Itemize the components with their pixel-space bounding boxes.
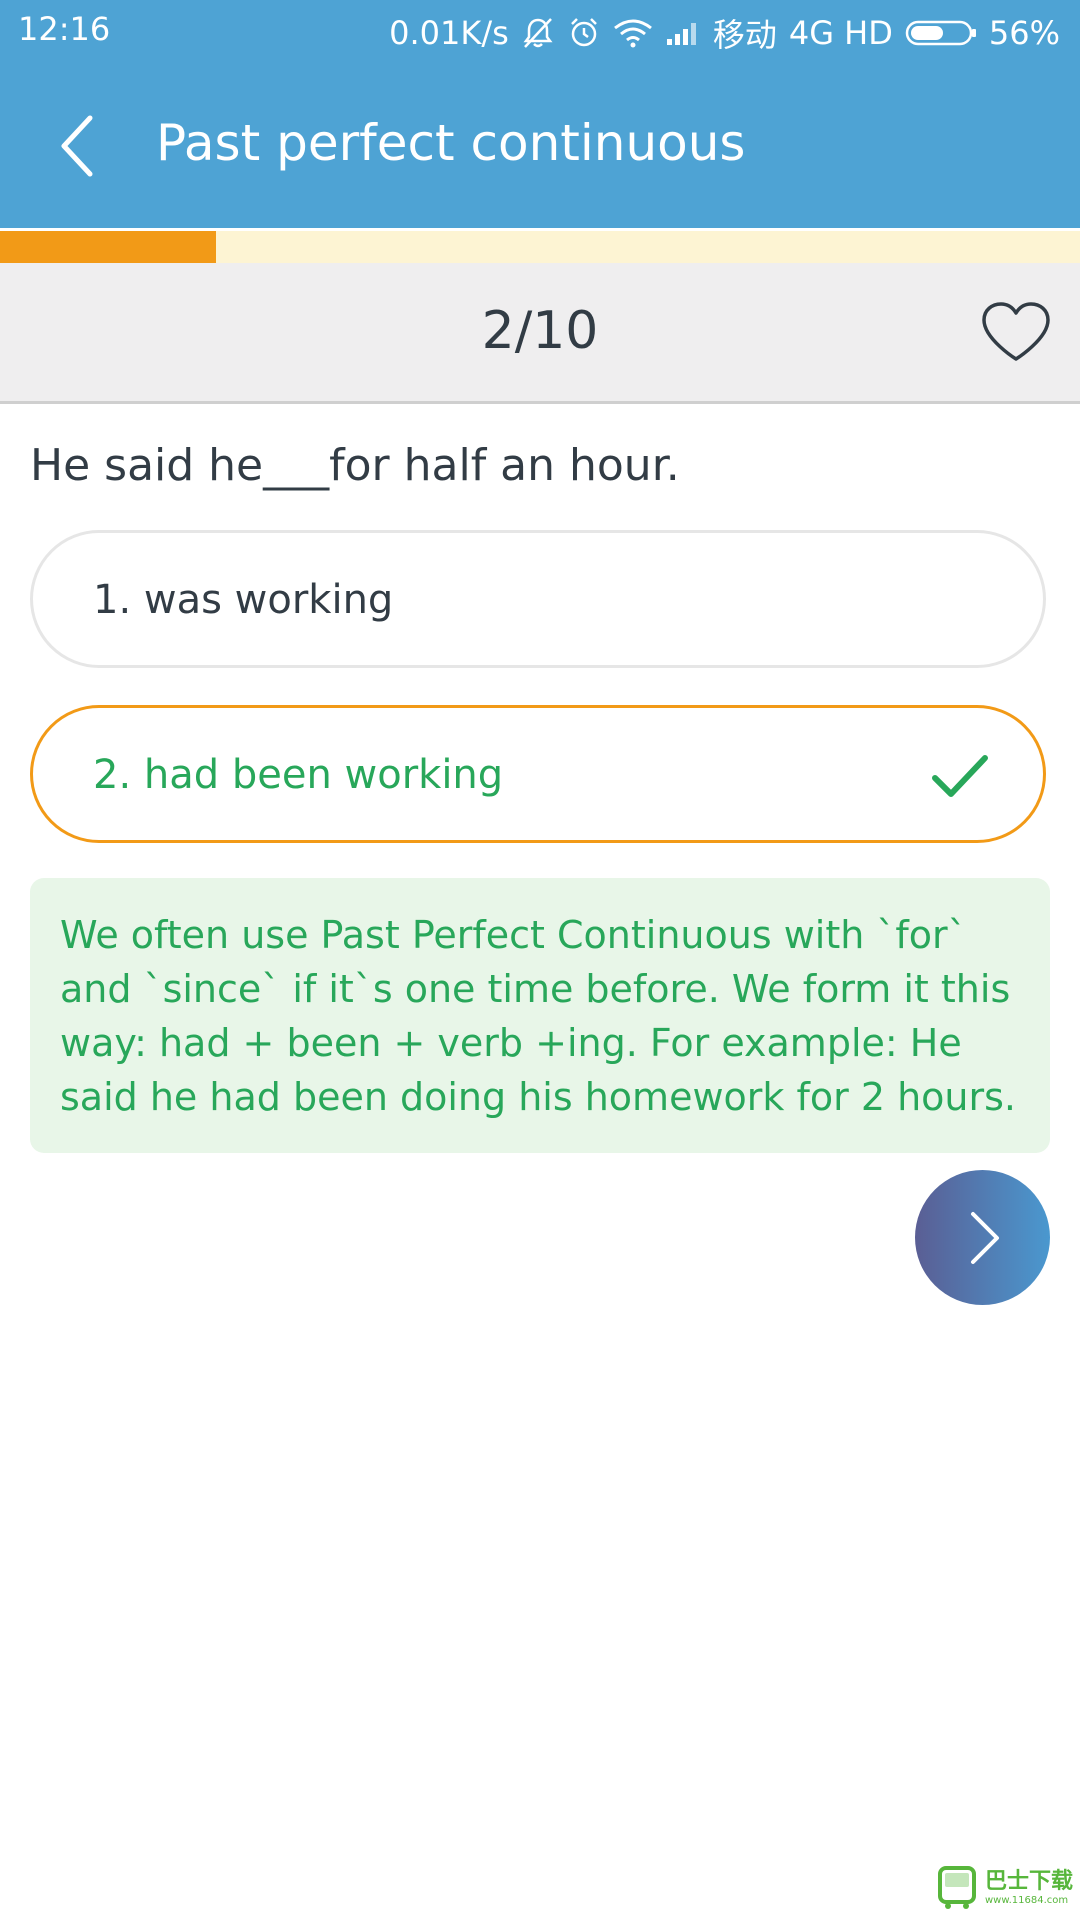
title-bar: Past perfect continuous	[0, 62, 1080, 228]
status-bar: 12:16 0.01K/s 移动 4G HD 56%	[0, 0, 1080, 62]
progress-bar-fill	[0, 231, 216, 263]
heart-outline-icon	[982, 302, 1050, 361]
answer-option-1[interactable]: 1. was working	[30, 530, 1046, 668]
battery-percent: 56%	[988, 14, 1060, 52]
page-title: Past perfect continuous	[156, 114, 746, 172]
back-button[interactable]	[44, 106, 114, 186]
check-icon	[932, 755, 988, 797]
answer-option-label: 2. had been working	[93, 752, 504, 798]
mute-icon	[521, 16, 555, 50]
favorite-button[interactable]	[980, 301, 1052, 365]
signal-icon	[665, 19, 701, 47]
app-header: 12:16 0.01K/s 移动 4G HD 56% Past perfect …	[0, 0, 1080, 228]
watermark-title: 巴士下载	[985, 1868, 1074, 1894]
answer-option-label: 1. was working	[93, 577, 394, 623]
bus-logo-icon	[938, 1866, 976, 1909]
chevron-left-icon	[61, 115, 93, 177]
network-speed: 0.01K/s	[389, 14, 509, 52]
explanation-box: We often use Past Perfect Continuous wit…	[30, 878, 1050, 1153]
watermark-url: www.11684.com	[985, 1894, 1069, 1906]
status-time: 12:16	[18, 10, 111, 48]
progress-bar	[0, 231, 1080, 263]
battery-icon	[905, 19, 977, 47]
network-type: 4G HD	[788, 14, 893, 52]
question-text: He said he___for half an hour.	[30, 440, 680, 491]
carrier-name: 移动	[712, 16, 777, 54]
wifi-icon	[613, 18, 653, 48]
explanation-text: We often use Past Perfect Continuous wit…	[60, 913, 1016, 1119]
alarm-icon	[567, 16, 601, 50]
watermark-logo: 巴士下载 www.11684.com	[935, 1862, 1075, 1914]
watermark-text-group: 巴士下载 www.11684.com	[985, 1868, 1074, 1906]
answer-option-2[interactable]: 2. had been working	[30, 705, 1046, 843]
next-button[interactable]	[915, 1170, 1050, 1305]
question-counter-bar: 2/10	[0, 263, 1080, 404]
chevron-right-icon	[971, 1212, 999, 1264]
question-counter: 2/10	[481, 301, 599, 361]
status-indicators: 0.01K/s 移动 4G HD 56%	[389, 10, 1060, 56]
